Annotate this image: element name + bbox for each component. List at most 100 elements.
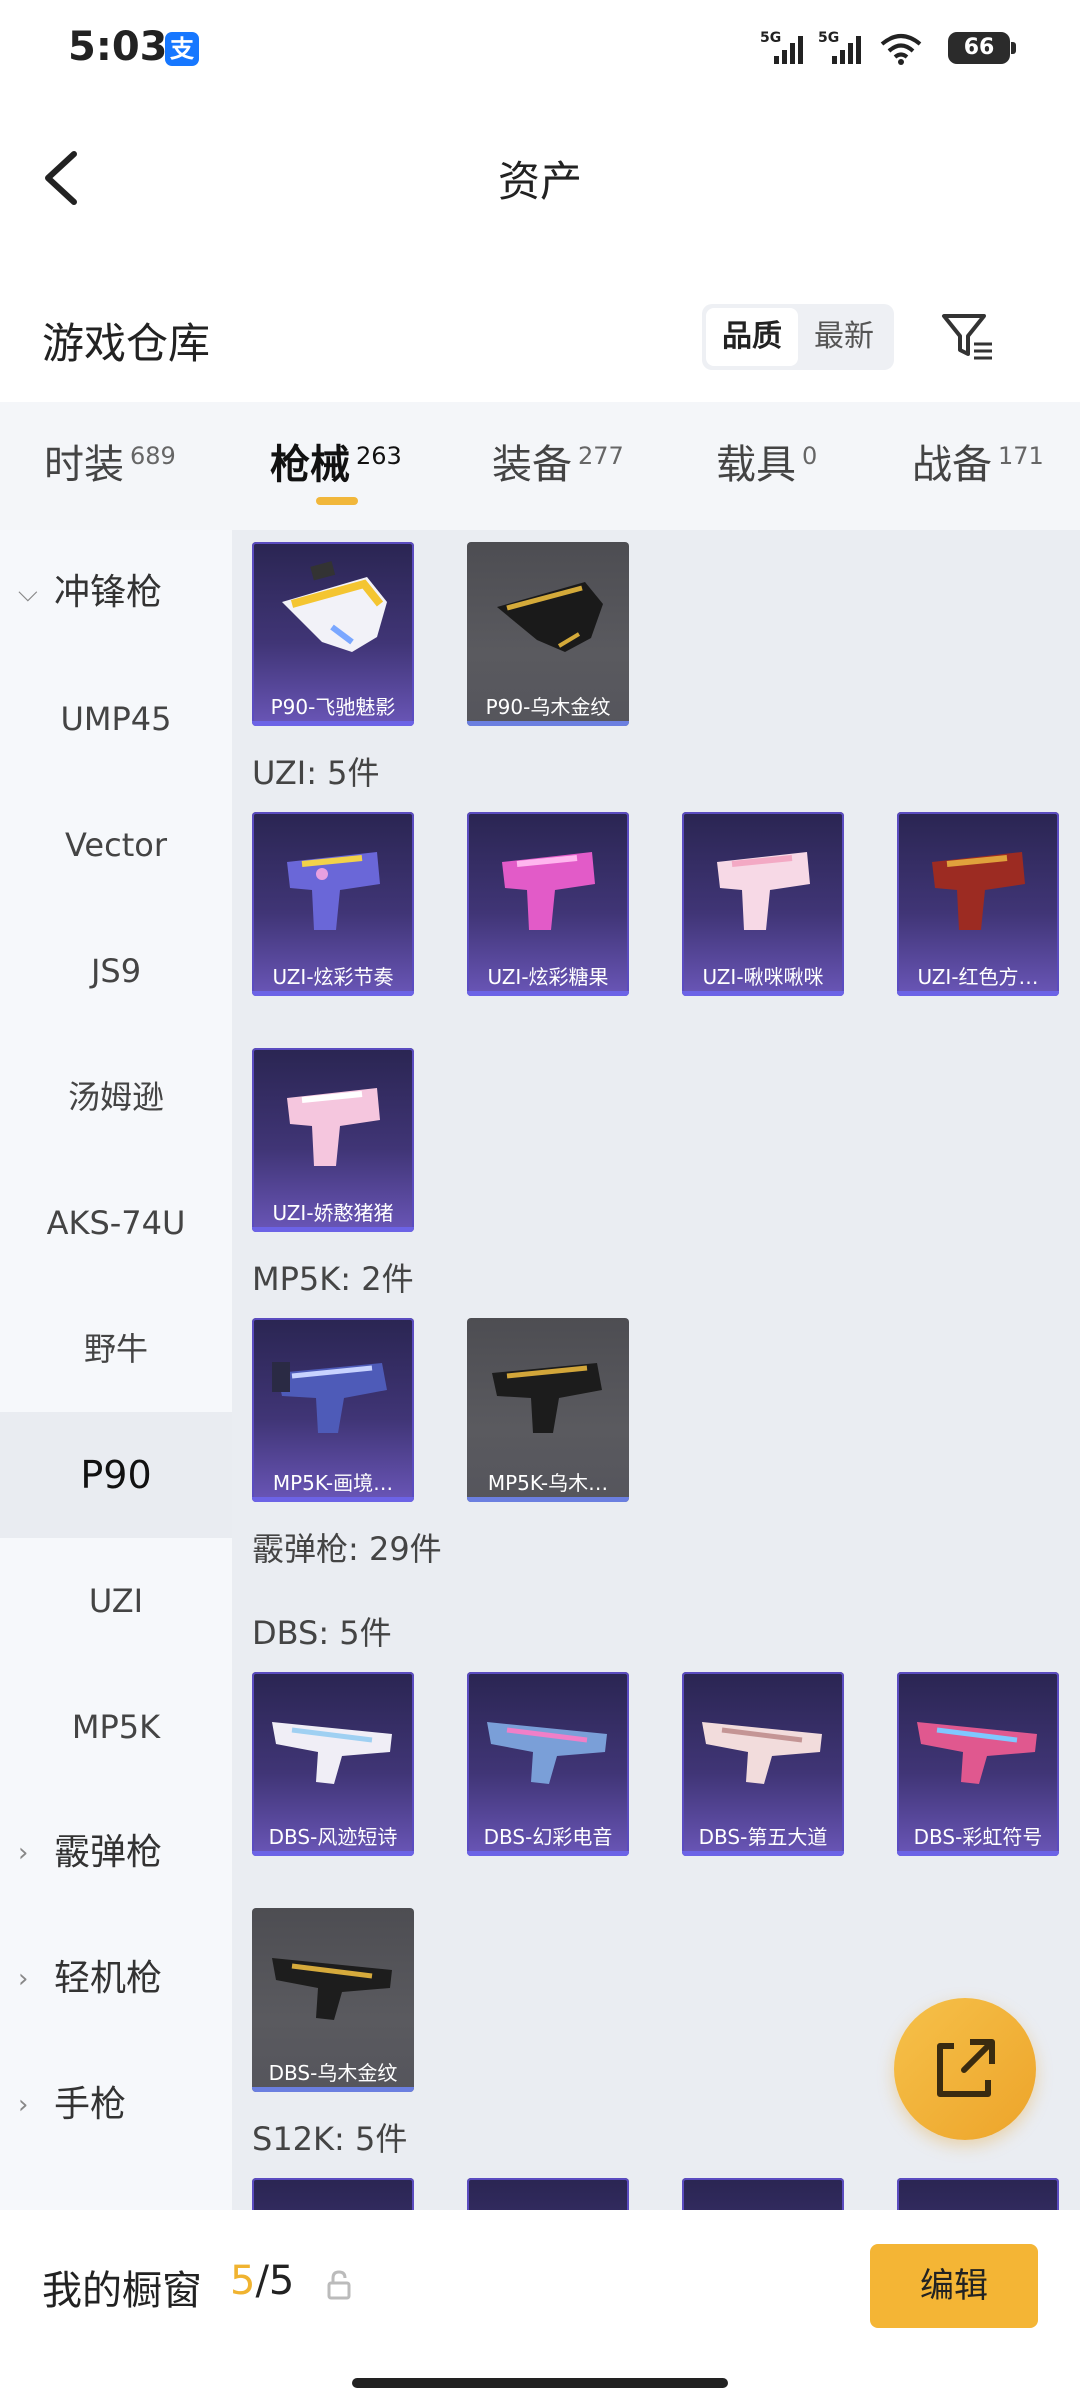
status-bar: 5:03 支 5G 5G 66 (0, 0, 1080, 100)
section-title-mp5k: MP5K: 2件 (252, 1260, 414, 1298)
home-indicator (352, 2378, 728, 2388)
tab-vehicles[interactable]: 载具 0 (716, 432, 817, 490)
tab-supplies[interactable]: 战备 171 (912, 432, 1044, 490)
active-tab-indicator (316, 497, 358, 505)
chevron-right-icon: › (18, 1838, 29, 1868)
sort-newest-option[interactable]: 最新 (798, 308, 890, 366)
rarity-bar (897, 991, 1059, 996)
rarity-bar (252, 721, 414, 726)
weapon-name: UZI-炫彩节奏 (272, 965, 394, 989)
sidebar-item-mp5k[interactable]: MP5K (0, 1664, 232, 1790)
weapon-name: DBS-乌木金纹 (268, 2061, 398, 2085)
weapon-skin-image (492, 1363, 602, 1433)
rarity-bar (467, 721, 629, 726)
weapon-card[interactable]: DBS-幻彩电音 (467, 1672, 629, 1856)
weapon-card[interactable] (897, 2178, 1059, 2210)
category-tabs: 时装 689 枪械 263 装备 277 载具 0 战备 171 (0, 402, 1080, 530)
weapon-name: MP5K-画境… (272, 1471, 394, 1495)
rarity-bar (252, 2087, 414, 2092)
warehouse-title: 游戏仓库 (42, 319, 211, 368)
weapon-card[interactable]: DBS-彩虹符号 (897, 1672, 1059, 1856)
page-title: 资产 (497, 157, 582, 206)
sidebar-item-vector[interactable]: Vector (0, 782, 232, 908)
rarity-bar (252, 1227, 414, 1232)
section-title-uzi: UZI: 5件 (252, 754, 380, 792)
sidebar-item-p90[interactable]: P90 (0, 1412, 232, 1538)
sidebar-item-thompson[interactable]: 汤姆逊 (0, 1034, 232, 1160)
rarity-bar (252, 991, 414, 996)
weapon-skin-image (272, 1958, 392, 2020)
svg-text:5G: 5G (760, 30, 781, 46)
weapon-name: UZI-红色方… (917, 965, 1039, 989)
weapon-name: UZI-啾咪啾咪 (702, 965, 824, 989)
edit-button[interactable]: 编辑 (870, 2244, 1038, 2328)
weapon-card[interactable]: UZI-炫彩糖果 (467, 812, 629, 996)
weapon-name: P90-乌木金纹 (485, 695, 611, 719)
sidebar-group-smg[interactable]: ⌵ 冲锋枪 (0, 530, 232, 656)
weapon-card[interactable]: DBS-风迹短诗 (252, 1672, 414, 1856)
showcase-bar: 我的橱窗 5/5 编辑 (0, 2210, 1080, 2400)
weapon-card[interactable]: DBS-乌木金纹 (252, 1908, 414, 2092)
weapon-skin-image (702, 1722, 822, 1784)
chevron-down-icon: ⌵ (18, 578, 38, 608)
weapon-skin-image (917, 1722, 1037, 1784)
chevron-right-icon: › (18, 1964, 29, 1994)
tab-equipment[interactable]: 装备 277 (492, 432, 624, 490)
battery-tip (1011, 42, 1016, 54)
sidebar-item-js9[interactable]: JS9 (0, 908, 232, 1034)
weapon-card[interactable] (467, 2178, 629, 2210)
rarity-bar (467, 1851, 629, 1856)
sort-quality-option[interactable]: 品质 (706, 308, 798, 366)
chevron-right-icon: › (18, 2090, 29, 2120)
wifi-icon (880, 34, 922, 65)
alipay-icon: 支 (165, 32, 199, 66)
lock-icon (327, 2270, 351, 2300)
status-time: 5:03 (68, 24, 168, 70)
weapon-grid: P90-飞驰魅影 P90-乌木金纹 UZI: 5件 UZI-炫彩节奏 UZI-炫… (232, 530, 1080, 2210)
tab-guns[interactable]: 枪械 263 (270, 432, 402, 490)
weapon-name: UZI-娇憨猪猪 (272, 1201, 394, 1225)
rarity-bar (252, 1851, 414, 1856)
sidebar-item-ump45[interactable]: UMP45 (0, 656, 232, 782)
sidebar-item-bizon[interactable]: 野牛 (0, 1286, 232, 1412)
sidebar-item-uzi[interactable]: UZI (0, 1538, 232, 1664)
filter-icon[interactable] (940, 310, 996, 362)
sidebar-group-pistol[interactable]: › 手枪 (0, 2042, 232, 2168)
share-button[interactable] (894, 1998, 1036, 2140)
section-title-dbs: DBS: 5件 (252, 1614, 392, 1652)
weapon-card[interactable]: P90-乌木金纹 (467, 542, 629, 726)
svg-text:5G: 5G (818, 30, 839, 46)
sort-toggle[interactable]: 品质 最新 (702, 304, 894, 370)
weapon-name: DBS-幻彩电音 (483, 1825, 613, 1849)
weapon-name: DBS-彩虹符号 (913, 1825, 1043, 1849)
share-export-icon (937, 2039, 995, 2097)
rarity-bar (252, 1497, 414, 1502)
weapon-card[interactable]: P90-飞驰魅影 (252, 542, 414, 726)
weapon-skin-image (717, 852, 810, 930)
weapon-card[interactable]: MP5K-画境… (252, 1318, 414, 1502)
weapon-card[interactable] (682, 2178, 844, 2210)
tab-fashion[interactable]: 时装 689 (44, 432, 176, 490)
weapon-card[interactable]: MP5K-乌木… (467, 1318, 629, 1502)
weapon-card[interactable]: UZI-娇憨猪猪 (252, 1048, 414, 1232)
weapon-name: DBS-第五大道 (698, 1825, 828, 1849)
weapon-card[interactable]: DBS-第五大道 (682, 1672, 844, 1856)
weapon-card[interactable]: UZI-红色方… (897, 812, 1059, 996)
sidebar-group-lmg[interactable]: › 轻机枪 (0, 1916, 232, 2042)
weapon-card[interactable] (252, 2178, 414, 2210)
weapon-card[interactable]: UZI-炫彩节奏 (252, 812, 414, 996)
weapon-type-sidebar: ⌵ 冲锋枪 UMP45 Vector JS9 汤姆逊 AKS-74U 野牛 P90… (0, 530, 232, 2210)
weapon-skin-image (932, 852, 1025, 930)
status-icons: 5G 5G 66 (760, 28, 1016, 68)
battery-icon: 66 (948, 32, 1010, 64)
weapon-skin-image (287, 1088, 380, 1166)
rarity-bar (467, 1497, 629, 1502)
weapon-skin-image (502, 852, 595, 930)
sidebar-item-aks74u[interactable]: AKS-74U (0, 1160, 232, 1286)
section-title-shotgun: 霰弹枪: 29件 (252, 1530, 442, 1568)
weapon-skin-image (287, 852, 380, 930)
cellular-signal-icon-2: 5G (818, 30, 861, 64)
weapon-skin-image (487, 1722, 607, 1784)
weapon-card[interactable]: UZI-啾咪啾咪 (682, 812, 844, 996)
sidebar-group-shotgun[interactable]: › 霰弹枪 (0, 1790, 232, 1916)
